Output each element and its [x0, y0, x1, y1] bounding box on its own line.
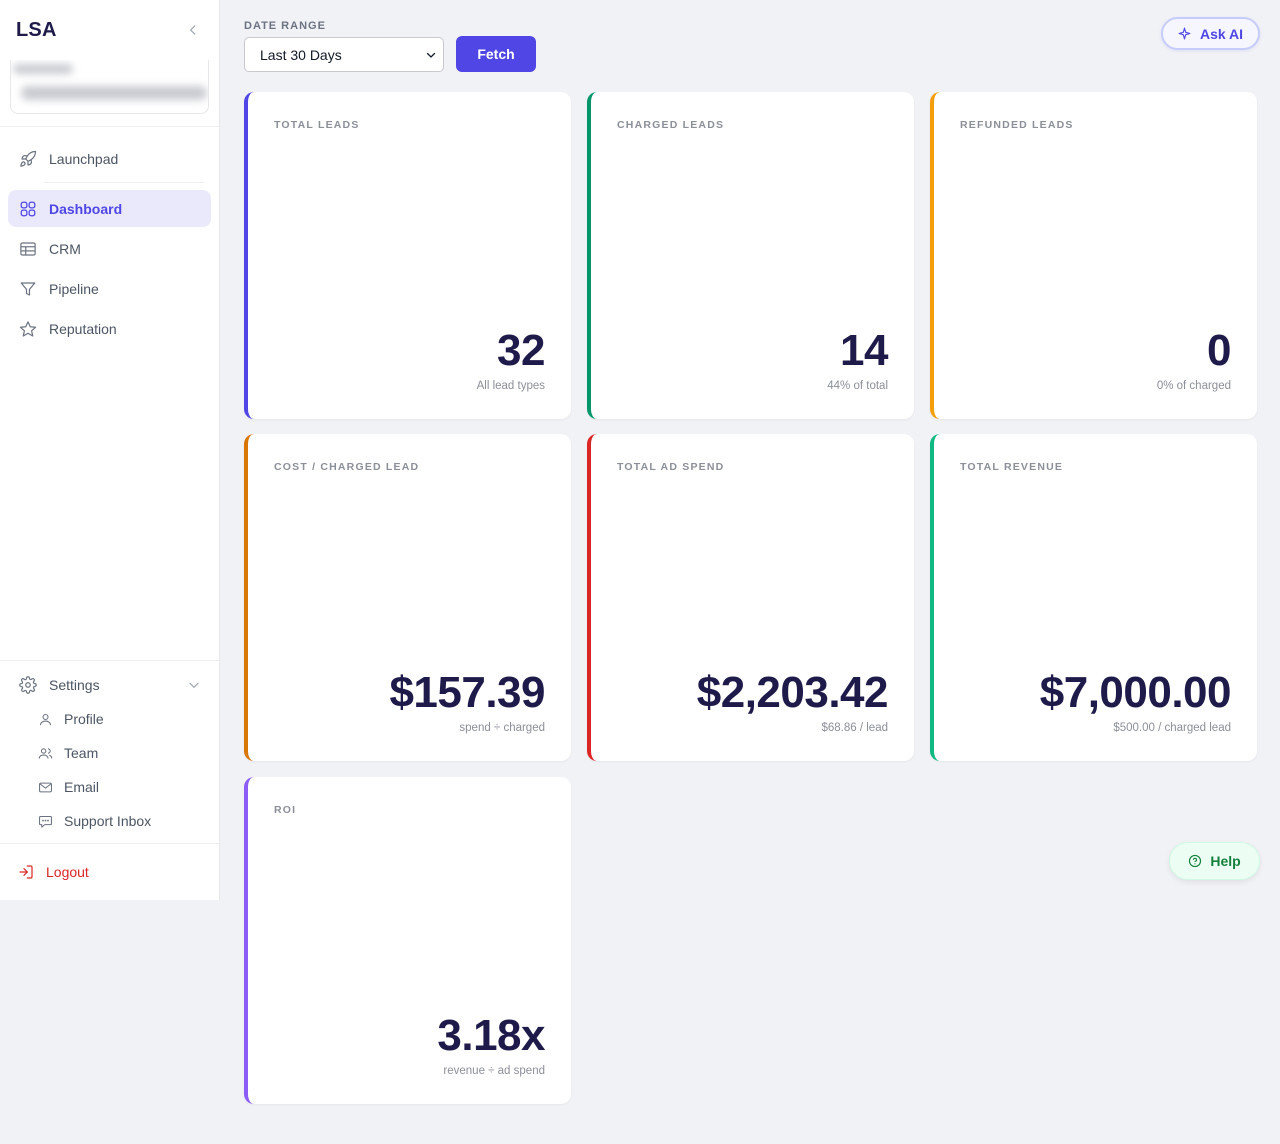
help-circle-icon	[1189, 854, 1202, 868]
chat-icon	[39, 815, 52, 828]
date-range-value: Last 30 Days	[260, 46, 342, 63]
card-subtext: 44% of total	[827, 380, 888, 392]
help-button[interactable]: Help	[1169, 842, 1260, 880]
account-switcher[interactable]	[10, 60, 209, 114]
card-value: 0	[1207, 326, 1231, 375]
collapse-sidebar-button[interactable]	[183, 20, 203, 40]
card-label: COST / CHARGED LEAD	[274, 461, 420, 473]
card-label: REFUNDED LEADS	[960, 119, 1074, 131]
card-value: $2,203.42	[696, 668, 889, 717]
card-subtext: $68.86 / lead	[821, 722, 888, 734]
nav-item-pipeline[interactable]: Pipeline	[8, 270, 211, 307]
nav-item-settings[interactable]: Settings	[8, 666, 211, 703]
metric-card-total-leads: TOTAL LEADS 32 All lead types	[244, 92, 571, 419]
nav-item-label: CRM	[49, 240, 81, 257]
star-icon	[19, 320, 37, 337]
metric-card-total-revenue: TOTAL REVENUE $7,000.00 $500.00 / charge…	[930, 434, 1257, 761]
user-icon	[39, 713, 52, 725]
logout-button[interactable]: Logout	[18, 860, 89, 884]
metric-card-charged-leads: CHARGED LEADS 14 44% of total	[587, 92, 914, 419]
card-label: TOTAL REVENUE	[960, 461, 1064, 473]
metric-card-refunded-leads: REFUNDED LEADS 0 0% of charged	[930, 92, 1257, 419]
date-range-select[interactable]: Last 30 Days	[244, 37, 444, 72]
divider	[44, 182, 204, 183]
card-value: 14	[840, 326, 888, 375]
ask-ai-label: Ask AI	[1199, 25, 1244, 42]
metric-card-total-ad-spend: TOTAL AD SPEND $2,203.42 $68.86 / lead	[587, 434, 914, 761]
sparkle-icon	[1178, 27, 1191, 40]
settings-item-profile[interactable]: Profile	[38, 707, 104, 731]
settings-item-label: Support Inbox	[64, 813, 152, 829]
divider	[0, 843, 219, 844]
settings-item-team[interactable]: Team	[38, 741, 98, 765]
card-label: CHARGED LEADS	[617, 119, 725, 131]
card-value: 3.18x	[437, 1011, 545, 1060]
chevron-down-icon	[189, 682, 199, 688]
mail-icon	[39, 782, 52, 792]
divider	[0, 660, 219, 661]
settings-item-label: Team	[64, 745, 99, 761]
settings-item-label: Profile	[64, 711, 104, 727]
help-label: Help	[1210, 853, 1241, 869]
card-subtext: All lead types	[476, 380, 545, 392]
logout-icon	[19, 865, 33, 879]
nav-item-label: Reputation	[49, 320, 117, 337]
nav-item-label: Dashboard	[49, 200, 123, 217]
sidebar: LSA Launchpad Dashboard CRM Pipeline Rep…	[0, 0, 220, 900]
funnel-icon	[20, 281, 36, 296]
sidebar-header: LSA	[0, 0, 219, 60]
rocket-icon	[20, 150, 37, 167]
chevron-left-icon	[190, 25, 196, 35]
card-label: ROI	[274, 804, 297, 816]
ask-ai-button[interactable]: Ask AI	[1161, 17, 1260, 50]
grid-icon	[20, 201, 36, 216]
table-icon	[20, 241, 36, 256]
card-value: 32	[497, 326, 545, 375]
metric-card-roi: ROI 3.18x revenue ÷ ad spend	[244, 777, 571, 1104]
card-value: $157.39	[389, 668, 545, 717]
nav-item-label: Launchpad	[49, 150, 119, 167]
nav-item-crm[interactable]: CRM	[8, 230, 211, 267]
gear-icon	[19, 675, 37, 694]
card-subtext: spend ÷ charged	[459, 722, 545, 734]
brand-logo: LSA	[16, 18, 57, 41]
card-subtext: $500.00 / charged lead	[1113, 722, 1231, 734]
divider	[0, 126, 219, 127]
card-label: TOTAL LEADS	[274, 119, 360, 131]
date-range-label: DATE RANGE	[244, 20, 326, 32]
card-value: $7,000.00	[1039, 668, 1232, 717]
nav-item-label: Settings	[49, 676, 100, 693]
users-icon	[38, 747, 53, 759]
logout-label: Logout	[46, 864, 89, 880]
settings-item-email[interactable]: Email	[38, 775, 99, 799]
nav-item-dashboard[interactable]: Dashboard	[8, 190, 211, 227]
chevron-down-icon	[426, 52, 436, 58]
card-subtext: revenue ÷ ad spend	[443, 1065, 545, 1077]
fetch-button[interactable]: Fetch	[456, 36, 536, 72]
settings-item-label: Email	[64, 779, 100, 795]
metric-card-cost-per-charged-lead: COST / CHARGED LEAD $157.39 spend ÷ char…	[244, 434, 571, 761]
nav-item-reputation[interactable]: Reputation	[8, 310, 211, 347]
nav-item-launchpad[interactable]: Launchpad	[8, 140, 211, 177]
settings-item-support-inbox[interactable]: Support Inbox	[38, 809, 151, 833]
card-label: TOTAL AD SPEND	[617, 461, 725, 473]
card-subtext: 0% of charged	[1156, 380, 1231, 392]
nav-item-label: Pipeline	[49, 280, 99, 297]
